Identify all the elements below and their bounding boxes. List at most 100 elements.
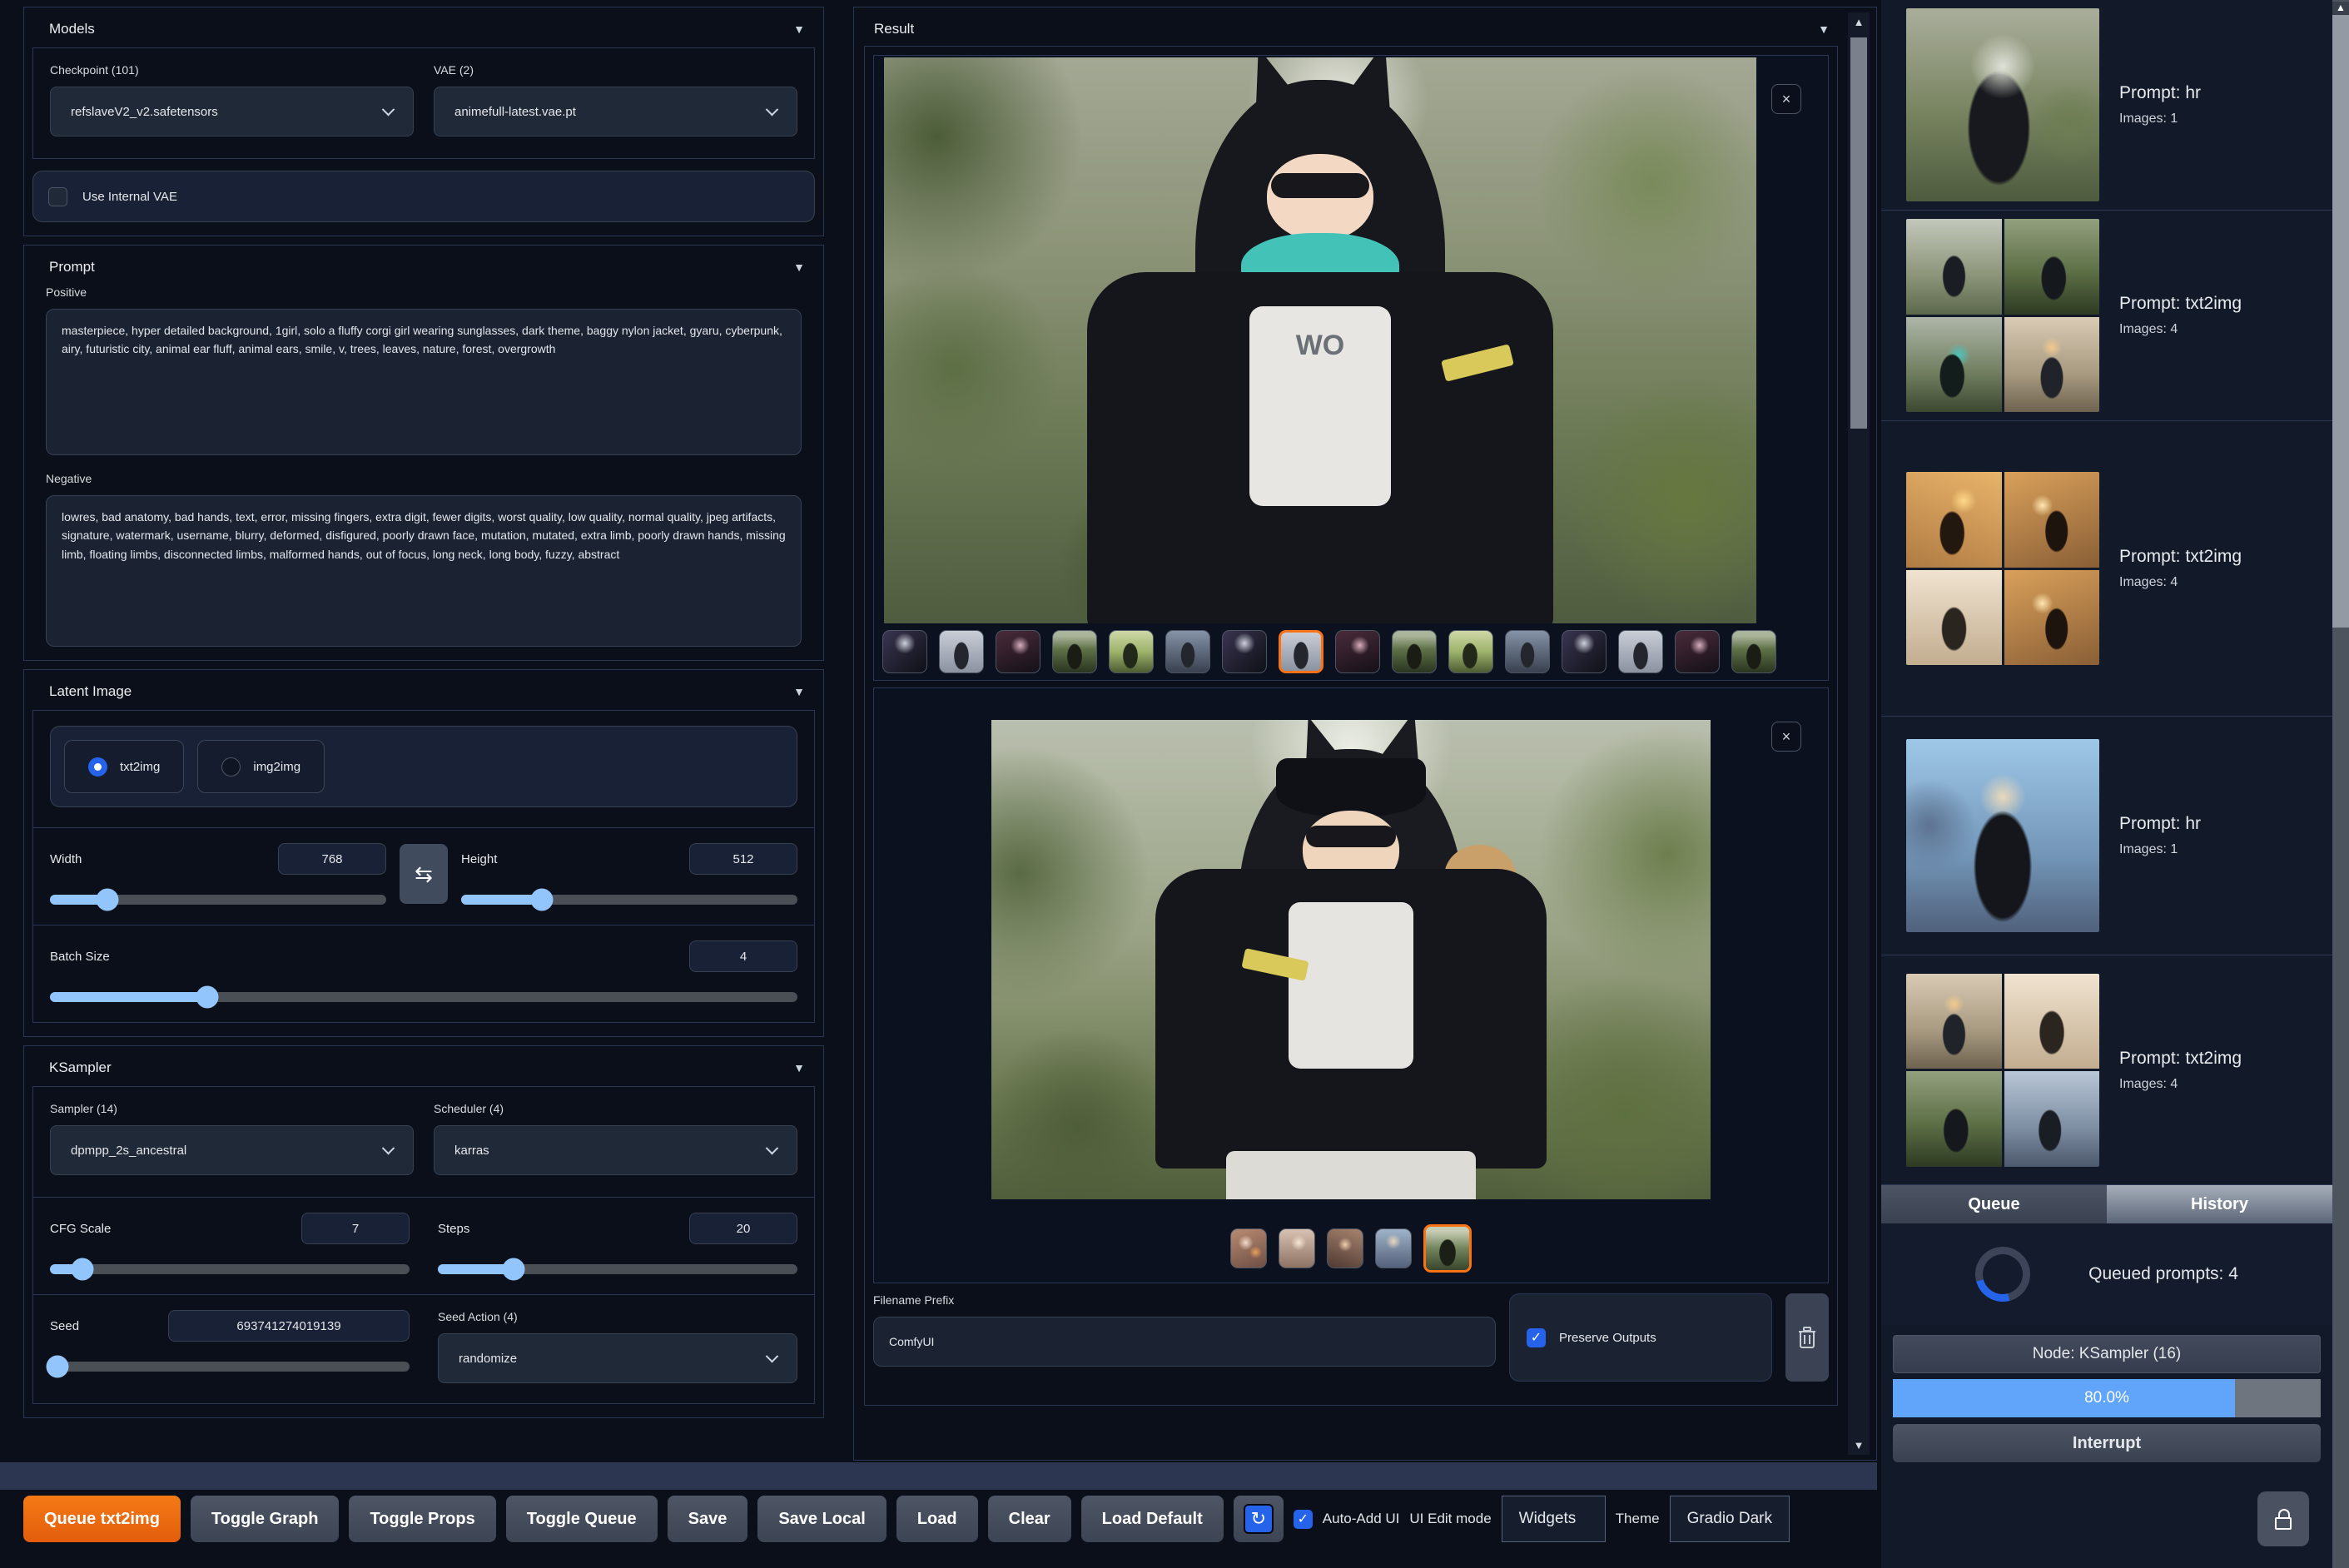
steps-slider[interactable] xyxy=(438,1258,797,1281)
toggle-queue-button[interactable]: Toggle Queue xyxy=(505,1496,658,1542)
gallery-thumbnail[interactable] xyxy=(1375,1228,1412,1268)
sampler-dropdown[interactable]: dpmpp_2s_ancestral xyxy=(50,1125,414,1175)
clear-button[interactable]: Clear xyxy=(987,1496,1071,1542)
progress-percent-text: 80.0% xyxy=(2084,1389,2129,1407)
gallery-thumbnail[interactable] xyxy=(996,630,1040,673)
current-node-bar[interactable]: Node: KSampler (16) xyxy=(1893,1335,2321,1373)
collapse-icon[interactable]: ▼ xyxy=(793,22,805,36)
lock-button[interactable] xyxy=(2257,1491,2309,1546)
history-item[interactable]: Prompt: hr Images: 1 xyxy=(1881,0,2332,211)
output-options-row: Filename Prefix ComfyUI ✓ Preserve Outpu… xyxy=(873,1293,1829,1382)
gallery-thumbnail[interactable] xyxy=(1052,630,1097,673)
interrupt-button[interactable]: Interrupt xyxy=(1893,1424,2321,1462)
batch-size-label: Batch Size xyxy=(50,949,110,964)
negative-prompt-textarea[interactable]: lowres, bad anatomy, bad hands, text, er… xyxy=(46,495,802,647)
close-image-button[interactable]: × xyxy=(1771,84,1801,114)
batch-size-slider[interactable] xyxy=(50,985,797,1009)
gallery-thumbnail[interactable] xyxy=(1109,630,1154,673)
auto-add-ui-checkbox[interactable]: ✓ xyxy=(1293,1509,1313,1529)
gallery-thumbnail[interactable] xyxy=(1675,630,1720,673)
toggle-props-button[interactable]: Toggle Props xyxy=(349,1496,496,1542)
positive-prompt-textarea[interactable]: masterpiece, hyper detailed background, … xyxy=(46,309,802,455)
refresh-button[interactable]: ↻ xyxy=(1233,1496,1284,1542)
gallery-thumbnail[interactable] xyxy=(1505,630,1550,673)
queue-history-tabs: Queue History xyxy=(1881,1185,2332,1223)
trash-icon xyxy=(1799,1327,1815,1348)
tab-queue[interactable]: Queue xyxy=(1881,1185,2107,1223)
ui-edit-mode-select[interactable]: Widgets xyxy=(1501,1496,1606,1542)
gallery-thumbnail[interactable] xyxy=(1230,1228,1267,1268)
filename-prefix-label: Filename Prefix xyxy=(873,1293,955,1307)
cfg-scale-slider[interactable] xyxy=(50,1258,410,1281)
history-item[interactable]: Prompt: hr Images: 1 xyxy=(1881,717,2332,955)
use-internal-vae-checkbox[interactable] xyxy=(48,186,67,206)
filename-prefix-input[interactable]: ComfyUI xyxy=(873,1317,1496,1367)
gallery-thumbnail[interactable] xyxy=(939,630,984,673)
vae-dropdown[interactable]: animefull-latest.vae.pt xyxy=(434,87,797,136)
scrollbar-thumb[interactable] xyxy=(1850,37,1867,429)
gallery-thumbnail[interactable] xyxy=(1165,630,1210,673)
gallery-thumbnail[interactable] xyxy=(1327,1228,1363,1268)
scroll-up-icon[interactable]: ▲ xyxy=(1848,16,1870,28)
txt2img-radio[interactable]: txt2img xyxy=(64,740,185,793)
gallery-thumbnail[interactable] xyxy=(1731,630,1776,673)
height-input[interactable]: 512 xyxy=(689,843,797,875)
result-scrollbar[interactable]: ▲ ▼ xyxy=(1848,12,1870,1455)
scroll-down-icon[interactable]: ▼ xyxy=(1848,1439,1870,1451)
queue-txt2img-button[interactable]: Queue txt2img xyxy=(23,1496,181,1542)
swap-dimensions-button[interactable]: ⇆ xyxy=(400,844,448,904)
scroll-up-icon[interactable]: ▲ xyxy=(2332,2,2349,15)
scheduler-dropdown[interactable]: karras xyxy=(434,1125,797,1175)
gallery-thumbnail[interactable] xyxy=(882,630,927,673)
load-button[interactable]: Load xyxy=(896,1496,978,1542)
history-thumbnail[interactable] xyxy=(1906,472,2099,665)
toggle-graph-button[interactable]: Toggle Graph xyxy=(190,1496,340,1542)
preserve-outputs-checkbox[interactable]: ✓ xyxy=(1527,1327,1546,1347)
theme-select[interactable]: Gradio Dark xyxy=(1669,1496,1790,1542)
gallery-thumbnail[interactable] xyxy=(1335,630,1380,673)
swap-icon: ⇆ xyxy=(415,861,433,886)
history-thumbnail[interactable] xyxy=(1906,219,2099,412)
gallery-thumbnail[interactable] xyxy=(1222,630,1267,673)
checkpoint-label: Checkpoint (101) xyxy=(50,63,139,77)
gallery-thumbnail[interactable] xyxy=(1423,1224,1472,1273)
seed-action-dropdown[interactable]: randomize xyxy=(438,1333,797,1383)
delete-outputs-button[interactable] xyxy=(1785,1293,1829,1382)
width-input[interactable]: 768 xyxy=(278,843,386,875)
height-slider[interactable] xyxy=(461,888,797,911)
cfg-scale-input[interactable]: 7 xyxy=(301,1213,410,1244)
collapse-icon[interactable]: ▼ xyxy=(1818,22,1830,36)
gallery-thumbnail[interactable] xyxy=(1618,630,1663,673)
seed-slider[interactable] xyxy=(46,1355,410,1378)
gallery-thumbnail[interactable] xyxy=(1279,630,1323,673)
history-thumbnail[interactable] xyxy=(1906,973,2099,1167)
collapse-icon[interactable]: ▼ xyxy=(793,261,805,274)
width-slider[interactable] xyxy=(50,888,386,911)
queued-prompts-text: Queued prompts: 4 xyxy=(2088,1264,2238,1283)
gallery-thumbnail[interactable] xyxy=(1448,630,1493,673)
figure-shirt xyxy=(1289,901,1413,1069)
save-local-button[interactable]: Save Local xyxy=(757,1496,886,1542)
scrollbar-thumb[interactable] xyxy=(2332,15,2349,628)
steps-input[interactable]: 20 xyxy=(689,1213,797,1244)
history-item[interactable]: Prompt: txt2img Images: 4 xyxy=(1881,211,2332,421)
gallery-thumbnail[interactable] xyxy=(1392,630,1437,673)
close-image-button[interactable]: × xyxy=(1771,722,1801,752)
collapse-icon[interactable]: ▼ xyxy=(793,1061,805,1074)
seed-input[interactable]: 693741274019139 xyxy=(168,1310,410,1342)
checkpoint-dropdown[interactable]: refslaveV2_v2.safetensors xyxy=(50,87,414,136)
gallery-thumbnail[interactable] xyxy=(1279,1228,1315,1268)
save-button[interactable]: Save xyxy=(667,1496,748,1542)
collapse-icon[interactable]: ▼ xyxy=(793,685,805,698)
gallery-thumbnail[interactable] xyxy=(1562,630,1607,673)
page-scrollbar[interactable]: ▲ xyxy=(2332,0,2349,1568)
history-item[interactable]: Prompt: txt2img Images: 4 xyxy=(1881,955,2332,1185)
batch-size-input[interactable]: 4 xyxy=(689,940,797,972)
tab-history[interactable]: History xyxy=(2107,1185,2332,1223)
history-thumbnail[interactable] xyxy=(1906,739,2099,932)
img2img-radio[interactable]: img2img xyxy=(197,740,325,793)
load-default-button[interactable]: Load Default xyxy=(1080,1496,1224,1542)
history-item[interactable]: Prompt: txt2img Images: 4 xyxy=(1881,421,2332,717)
history-thumbnail[interactable] xyxy=(1906,8,2099,201)
seed-row: Seed 693741274019139 Seed Action (4) ran… xyxy=(32,1295,815,1404)
